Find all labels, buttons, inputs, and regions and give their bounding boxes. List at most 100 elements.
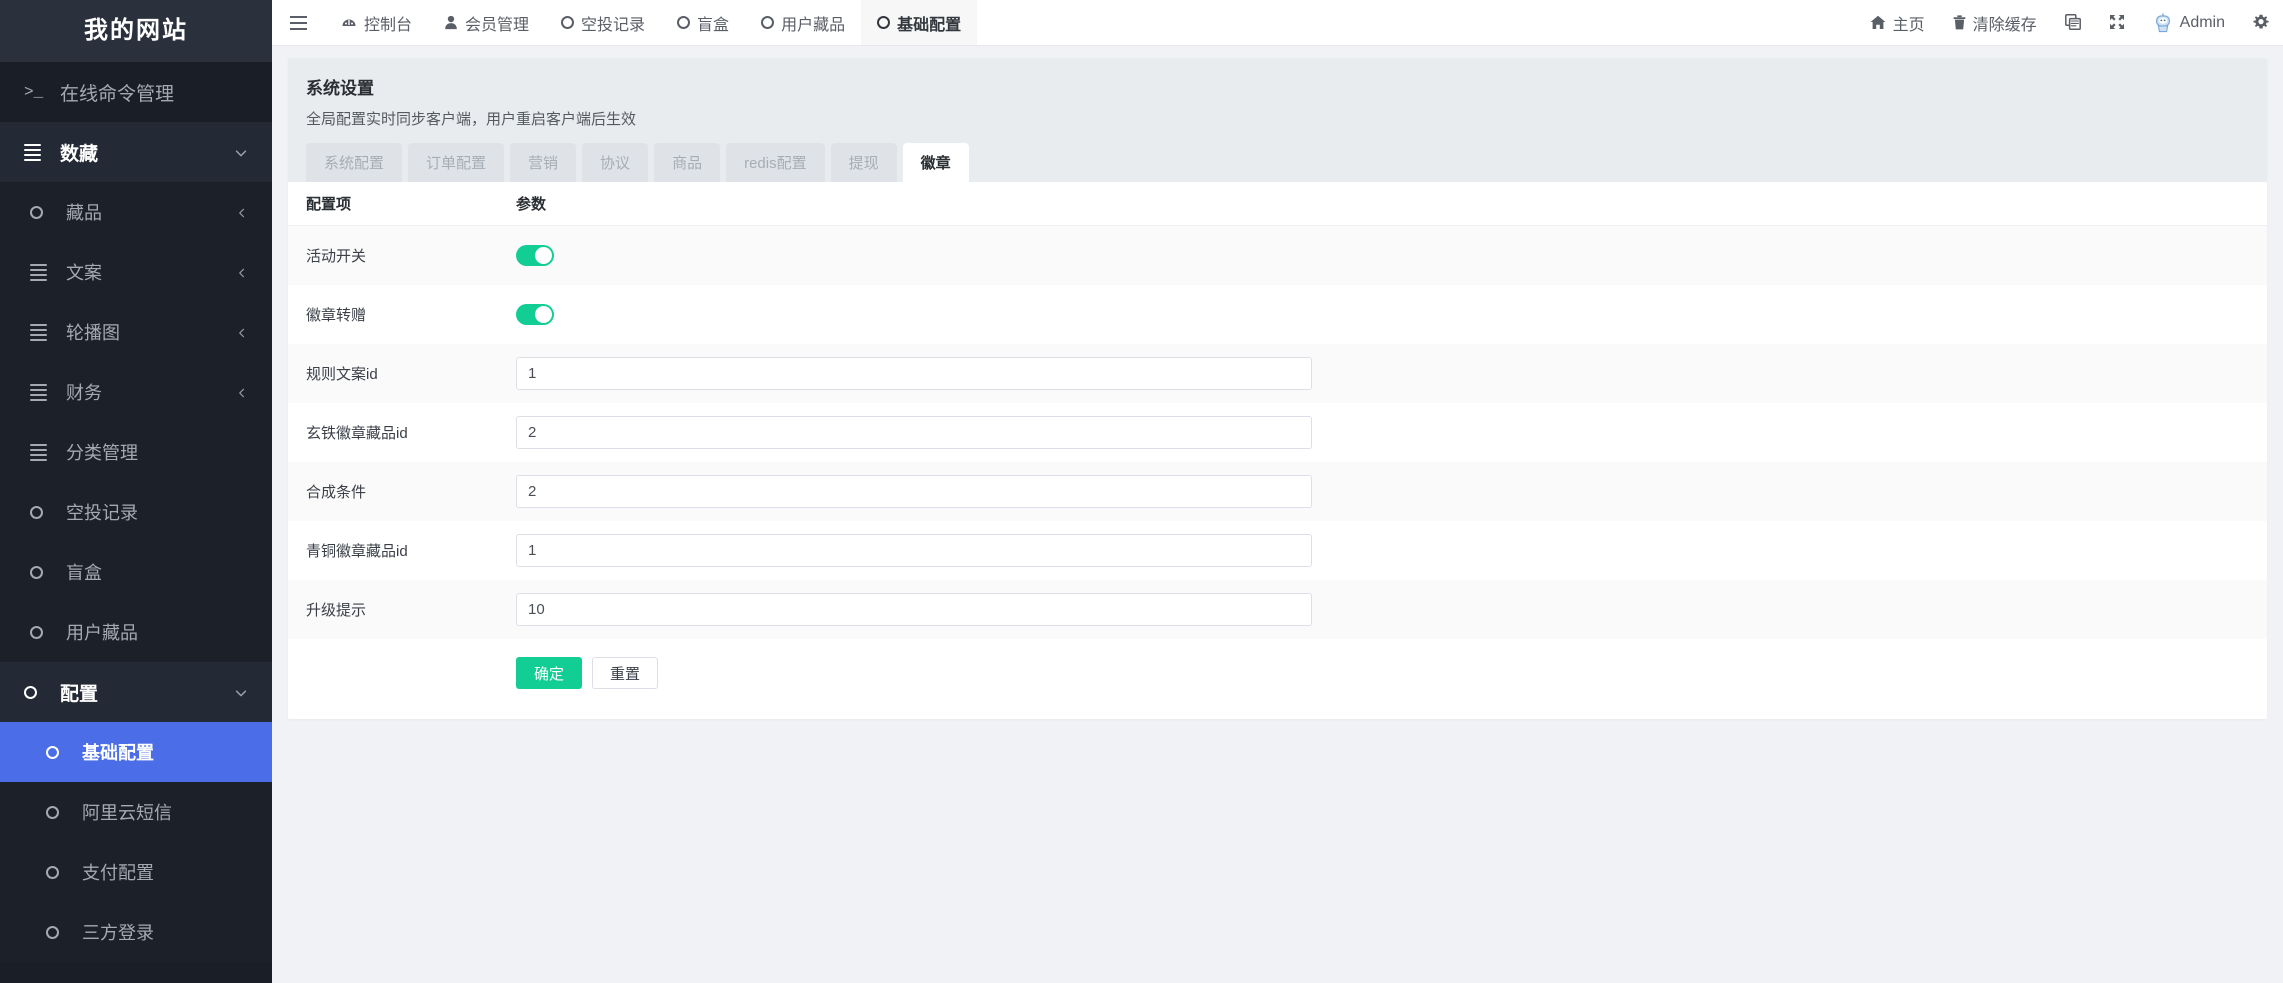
sidebar-item-13[interactable]: 支付配置 (0, 842, 272, 902)
settings-card: 系统设置 全局配置实时同步客户端，用户重启客户端后生效 系统配置 订单配置 营销 协议… (288, 58, 2267, 719)
fullscreen-icon (2109, 14, 2125, 32)
avatar-icon (2153, 12, 2173, 33)
row-label: 青铜徽章藏品id (306, 543, 408, 560)
text-input[interactable] (516, 475, 1312, 508)
top-nav-tab-4[interactable]: 用户藏品 (745, 0, 861, 45)
text-input[interactable] (516, 357, 1312, 390)
toggle-switch[interactable] (516, 245, 554, 266)
gear-icon (2253, 15, 2269, 29)
sidebar-item-label: 轮播图 (66, 323, 120, 343)
row-label: 徽章转赠 (306, 307, 367, 324)
home-icon (1870, 15, 1886, 29)
top-nav-action-2[interactable] (2051, 0, 2095, 45)
row-value (516, 357, 2249, 390)
top-navbar: 控制台 会员管理 空投记录 盲盒 用户藏品 基础配置 主页 清除缓存 Admin (272, 0, 2283, 46)
circle-icon (24, 685, 37, 699)
text-input[interactable] (516, 593, 1312, 626)
top-nav-tab-2[interactable]: 空投记录 (545, 0, 661, 45)
top-nav-tab-1[interactable]: 会员管理 (428, 0, 545, 45)
table-row: 升级提示 (288, 580, 2267, 639)
row-value (516, 416, 2249, 449)
reset-button[interactable]: 重置 (592, 657, 659, 689)
sidebar-item-label: 数藏 (60, 143, 99, 165)
form-action-row: 确定 重置 (288, 639, 2267, 719)
settings-tab-5[interactable]: redis配置 (726, 143, 825, 182)
chevron-left-icon (239, 268, 245, 277)
table-row: 青铜徽章藏品id (288, 521, 2267, 580)
text-input[interactable] (516, 416, 1312, 449)
home-icon (1870, 14, 1886, 32)
sidebar: 我的网站 >_ 在线命令管理 数藏 藏品 文案 轮播图 财务 分类管理 空投记录 盲盒 用户藏品 配置… (0, 0, 272, 983)
top-nav-tab-label: 会员管理 (465, 16, 530, 34)
top-nav-action-0[interactable]: 主页 (1856, 0, 1939, 45)
sidebar-item-9[interactable]: 用户藏品 (0, 602, 272, 662)
top-nav-action-5[interactable] (2239, 0, 2283, 45)
sidebar-item-5[interactable]: 财务 (0, 362, 272, 422)
top-nav-tab-3[interactable]: 盲盒 (661, 0, 745, 45)
row-value (516, 534, 2249, 567)
toggle-knob (535, 247, 552, 264)
top-nav-action-1[interactable]: 清除缓存 (1939, 0, 2051, 45)
sidebar-item-8[interactable]: 盲盒 (0, 542, 272, 602)
chevron-down-icon (235, 149, 247, 156)
sidebar-item-label: 分类管理 (66, 443, 138, 463)
circle-icon (46, 745, 59, 759)
sidebar-item-11[interactable]: 基础配置 (0, 722, 272, 782)
gear-icon (2253, 14, 2269, 32)
list-icon (24, 143, 41, 161)
dashboard-icon (341, 15, 357, 31)
fullscreen-icon (2109, 15, 2124, 30)
settings-tab-3[interactable]: 协议 (582, 143, 649, 182)
sidebar-item-6[interactable]: 分类管理 (0, 422, 272, 482)
top-nav-actions: 主页 清除缓存 Admin (1856, 0, 2283, 45)
circle-icon (46, 805, 72, 819)
top-nav-tab-label: 盲盒 (697, 16, 730, 34)
sidebar-item-2[interactable]: 藏品 (0, 182, 272, 242)
top-nav-action-3[interactable] (2095, 0, 2139, 45)
table-header-row: 配置项 参数 (288, 182, 2267, 226)
sidebar-item-12[interactable]: 阿里云短信 (0, 782, 272, 842)
list-icon (30, 383, 56, 401)
circle-icon (46, 925, 72, 939)
trash-icon (1953, 15, 1966, 30)
circle-icon (30, 565, 56, 579)
table-header-param: 参数 (516, 196, 547, 213)
text-input[interactable] (516, 534, 1312, 567)
hamburger-icon[interactable] (272, 0, 325, 45)
settings-tab-0[interactable]: 系统配置 (306, 143, 403, 182)
toggle-knob (535, 306, 552, 323)
user-icon (444, 15, 458, 30)
circle-icon (30, 205, 56, 219)
sidebar-item-10[interactable]: 配置 (0, 662, 272, 722)
sidebar-item-7[interactable]: 空投记录 (0, 482, 272, 542)
circle-icon (30, 565, 43, 579)
settings-tab-1[interactable]: 订单配置 (408, 143, 505, 182)
top-nav-tab-0[interactable]: 控制台 (325, 0, 428, 45)
circle-icon (761, 16, 775, 29)
settings-tab-4[interactable]: 商品 (654, 143, 721, 182)
circle-icon (30, 625, 43, 639)
top-nav-tab-label: 用户藏品 (781, 16, 846, 34)
sidebar-item-4[interactable]: 轮播图 (0, 302, 272, 362)
table-row: 徽章转赠 (288, 285, 2267, 344)
sidebar-item-label: 空投记录 (66, 503, 138, 523)
main-area: 控制台 会员管理 空投记录 盲盒 用户藏品 基础配置 主页 清除缓存 Admin 系统设置 全… (272, 0, 2283, 983)
page-subtitle: 全局配置实时同步客户端，用户重启客户端后生效 (306, 111, 637, 128)
sidebar-item-1[interactable]: 数藏 (0, 122, 272, 182)
top-nav-action-4[interactable]: Admin (2139, 0, 2239, 45)
settings-tab-2[interactable]: 营销 (510, 143, 577, 182)
sidebar-item-3[interactable]: 文案 (0, 242, 272, 302)
settings-tab-6[interactable]: 提现 (830, 143, 897, 182)
toggle-switch[interactable] (516, 304, 554, 325)
top-nav-tab-5[interactable]: 基础配置 (861, 0, 978, 45)
copy-icon (2064, 14, 2081, 32)
circle-icon (30, 505, 43, 519)
sidebar-item-0[interactable]: >_ 在线命令管理 (0, 62, 272, 122)
settings-tab-7[interactable]: 徽章 (902, 143, 969, 182)
submit-button[interactable]: 确定 (516, 657, 583, 689)
sidebar-item-14[interactable]: 三方登录 (0, 902, 272, 962)
sidebar-item-label: 藏品 (66, 203, 102, 223)
card-header: 系统设置 全局配置实时同步客户端，用户重启客户端后生效 系统配置 订单配置 营销 协议… (288, 58, 2267, 182)
table-row: 合成条件 (288, 462, 2267, 521)
chevron-down-icon (234, 684, 248, 701)
